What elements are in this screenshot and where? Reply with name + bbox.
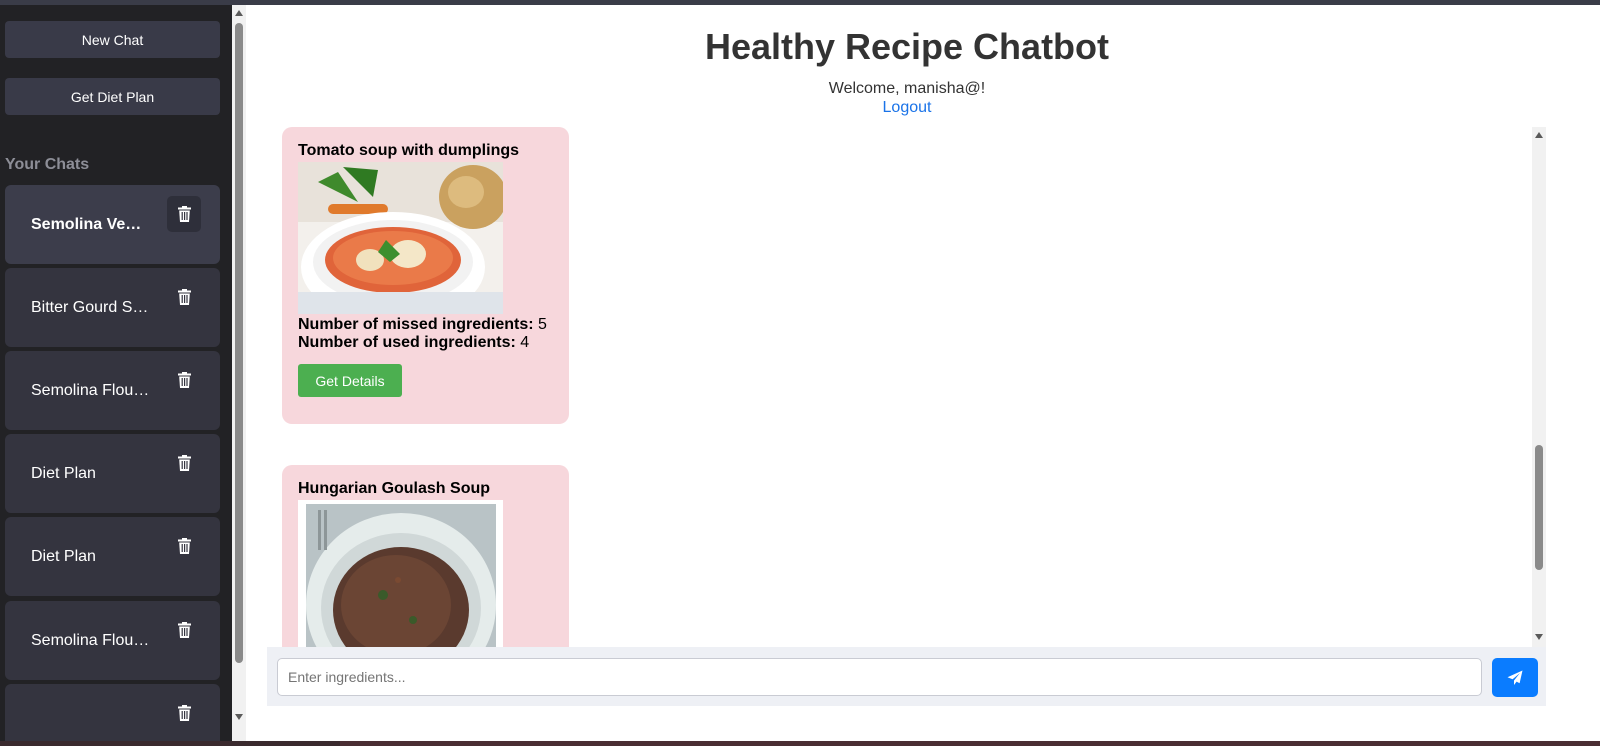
get-diet-plan-button[interactable]: Get Diet Plan (5, 78, 220, 115)
chat-scrollbar[interactable] (1532, 127, 1546, 647)
new-chat-button[interactable]: New Chat (5, 21, 220, 58)
trash-icon (177, 372, 191, 388)
delete-chat-button[interactable] (167, 362, 201, 398)
chat-history-label: Semolina Flour Dosa (31, 631, 151, 649)
ingredients-input[interactable] (277, 658, 1482, 696)
missed-ingredients-stat: Number of missed ingredients: 5 (298, 316, 553, 334)
chat-history-item[interactable]: Bitter Gourd Stir Fry (5, 268, 220, 347)
delete-chat-button[interactable] (167, 279, 201, 315)
send-button[interactable] (1492, 658, 1538, 697)
sidebar-scroll-thumb[interactable] (235, 23, 243, 663)
chat-history-item[interactable]: Diet Plan (5, 434, 220, 513)
chat-history-label: Semolina Flour Halwa (31, 381, 151, 399)
paper-plane-icon (1507, 670, 1523, 685)
chat-history-item[interactable]: Semolina Vegetable Upma (5, 185, 220, 264)
get-details-button[interactable]: Get Details (298, 364, 402, 397)
scroll-down-arrow-icon[interactable] (1535, 634, 1543, 640)
recipe-card: Tomato soup with dumplings Number of mis… (282, 127, 569, 424)
recipe-image (298, 500, 503, 647)
trash-icon (177, 206, 191, 222)
used-value: 4 (520, 334, 530, 351)
scroll-up-arrow-icon[interactable] (1535, 132, 1543, 138)
trash-icon (177, 622, 191, 638)
scroll-down-arrow-icon[interactable] (235, 714, 243, 720)
chat-history-label: Bitter Gourd Stir Fry (31, 298, 151, 316)
delete-chat-button[interactable] (167, 695, 201, 731)
your-chats-heading: Your Chats (5, 156, 90, 173)
delete-chat-button[interactable] (167, 612, 201, 648)
missed-value: 5 (538, 316, 547, 333)
page-title: Healthy Recipe Chatbot (704, 26, 1110, 67)
used-ingredients-stat: Number of used ingredients: 4 (298, 334, 553, 352)
delete-chat-button[interactable] (167, 528, 201, 564)
chat-scroll-thumb[interactable] (1535, 445, 1543, 570)
trash-icon (177, 455, 191, 471)
sidebar-scrollbar[interactable] (232, 5, 246, 741)
recipe-card: Hungarian Goulash Soup (282, 465, 569, 647)
window-bottom-border (0, 741, 1600, 746)
logout-link[interactable]: Logout (246, 99, 1568, 117)
window-right-edge (1568, 5, 1600, 741)
recipe-title: Hungarian Goulash Soup (298, 480, 491, 497)
chat-history-item[interactable]: Diet Plan (5, 517, 220, 596)
missed-label: Number of missed ingredients: (298, 316, 534, 333)
chat-history-label: Diet Plan (31, 464, 96, 482)
chat-history-item[interactable]: Jaggery Wheat (5, 684, 220, 741)
trash-icon (177, 538, 191, 554)
chat-history-label: Diet Plan (31, 547, 96, 565)
delete-chat-button[interactable] (167, 196, 201, 232)
main-panel: Healthy Recipe Chatbot Welcome, manisha@… (246, 5, 1568, 741)
delete-chat-button[interactable] (167, 445, 201, 481)
chat-history-item[interactable]: Semolina Flour Dosa (5, 601, 220, 680)
welcome-text: Welcome, manisha@! (828, 80, 986, 97)
scroll-up-arrow-icon[interactable] (235, 10, 243, 16)
chat-history-label: Semolina Vegetable Upma (31, 215, 151, 233)
recipe-image (298, 162, 503, 314)
chat-history-item[interactable]: Semolina Flour Halwa (5, 351, 220, 430)
chat-messages: Tomato soup with dumplings Number of mis… (267, 127, 1546, 647)
input-bar (267, 647, 1546, 706)
recipe-title: Tomato soup with dumplings (298, 142, 520, 159)
trash-icon (177, 289, 191, 305)
used-label: Number of used ingredients: (298, 334, 516, 351)
sidebar: New Chat Get Diet Plan Your Chats Semoli… (0, 5, 235, 741)
trash-icon (177, 705, 191, 721)
